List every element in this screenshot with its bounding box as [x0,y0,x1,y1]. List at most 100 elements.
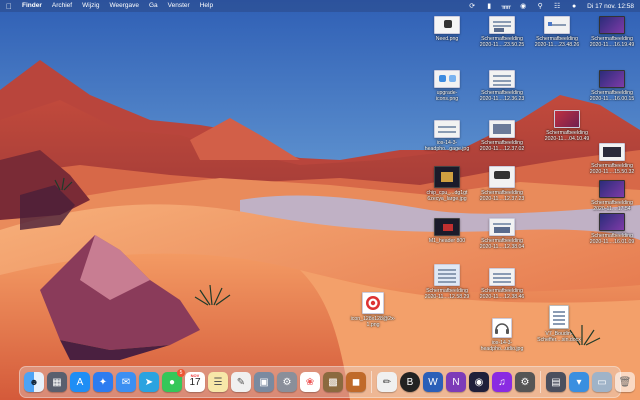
desktop-file[interactable]: Schermafbeelding 2020-11....12.38.46 [470,268,534,300]
image-thumbnail-icon [434,218,460,236]
stickies-icon[interactable]: ▩ [323,372,343,392]
desktop-file[interactable]: Schermafbeelding 2020-11....16.01.09 [580,213,640,245]
desktop-file[interactable]: Schermafbeelding 2020-11....16.19.49 [580,16,640,48]
screenshot-thumbnail-icon [489,166,515,188]
menu-finder[interactable]: Finder [18,0,48,12]
desktop-file[interactable]: Schermafbeelding 2020-11....16.00.15 [580,70,640,102]
podcasts-icon[interactable]: ◉ [469,372,489,392]
finder-icon[interactable]: ☻ [24,372,44,392]
app-store-icon[interactable]: A [70,372,90,392]
file-label: Schermafbeelding 2020-11....17.54 [591,200,633,213]
file-label: Schermafbeelding 2020-11....23.48.26 [534,36,580,49]
pixelmator-icon[interactable]: ◼ [346,372,366,392]
onenote-icon[interactable]: N [446,372,466,392]
file-label: Schermafbeelding 2020-11....12.38.46 [479,288,525,301]
menu-ga[interactable]: Ga [145,0,164,12]
mail-icon[interactable]: ✉ [116,372,136,392]
image-thumbnail-icon [492,318,512,338]
screenshot-thumbnail-icon [599,143,625,161]
desktop-file[interactable]: ios-14-3- headpho...udio.jpg [470,318,534,352]
file-label: icon_128x128@2x- 1.png [350,316,396,329]
siri-icon[interactable]: ● [570,2,578,10]
itunes-icon[interactable]: ♫ [492,372,512,392]
system-preferences-icon[interactable]: ⚙ [277,372,297,392]
desktop-file[interactable]: Schermafbeelding 2020-11....12.37.23 [470,166,534,202]
recent-document-icon[interactable]: ▤ [546,372,566,392]
desktop-file[interactable]: Schermafbeelding 2020-11....15.50.32 [580,143,640,175]
menu-venster[interactable]: Venster [164,0,196,12]
file-label: Schermafbeelding 2020-11....12.37.02 [479,140,525,153]
calendar-icon[interactable]: NOV 17 [185,372,205,392]
desktop-file[interactable]: V7_Boudin- Scheffer....sin.docx [527,305,591,343]
telegram-icon[interactable]: ➤ [139,372,159,392]
file-label: Schermafbeelding 2020-11....12.36.23 [479,90,525,103]
file-label: M1_header 800 [428,238,466,244]
file-label: Schermafbeelding 2020-11....12.58.29 [424,288,470,301]
script-editor-icon[interactable]: ✏ [377,372,397,392]
preview-icon[interactable]: ▣ [254,372,274,392]
image-thumbnail-icon [434,16,460,34]
screenshot-thumbnail-icon [544,16,570,34]
menu-archief[interactable]: Archief [48,0,78,12]
menu-help[interactable]: Help [196,0,219,12]
downloads-folder-icon[interactable]: ▾ [569,372,589,392]
apple-menu-icon[interactable]:  [0,2,18,11]
screenshot-thumbnail-icon [554,110,580,128]
screenshot-thumbnail-icon [599,180,625,198]
dock-separator [540,371,541,393]
notes-icon[interactable]: ☰ [208,372,228,392]
file-label: Schermafbeelding 2020-11....12.37.23 [479,190,525,203]
file-label: chip_cpu_...dg1gt 6zecya_large.jpg [426,190,468,203]
screenshot-thumbnail-icon [489,16,515,34]
file-label: Schermafbeelding 2020-11....04.10.49 [544,130,590,143]
screenshot-thumbnail-icon [599,16,625,34]
settings-icon[interactable]: ⚙ [515,372,535,392]
sync-icon[interactable]: ⟳ [468,2,476,10]
file-label: Schermafbeelding 2020-11....23.50.25 [479,36,525,49]
desktop-file[interactable]: Schermafbeelding 2020-11....17.54 [580,180,640,212]
spotlight-search-icon[interactable]: ⚲ [536,2,544,10]
file-label: Schermafbeelding 2020-11....12.38.04 [479,238,525,251]
screenshot-thumbnail-icon [434,264,460,286]
menu-bar-clock[interactable]: Di 17 nov. 12:58 [587,3,634,10]
image-thumbnail-icon [434,166,460,188]
screenshot-thumbnail-icon [599,213,625,231]
desktop-file[interactable]: icon_128x128@2x- 1.png [341,292,405,328]
textedit-icon[interactable]: ✎ [231,372,251,392]
screenshot-thumbnail-icon [489,218,515,236]
document-icon [549,305,569,329]
file-label: Need.png [435,36,459,42]
image-thumbnail-icon [434,70,460,88]
launchpad-icon[interactable]: ▦ [47,372,67,392]
file-label: Schermafbeelding 2020-11....16.19.49 [589,36,635,49]
image-thumbnail-icon [434,120,460,138]
battery-icon[interactable]: ▮ [485,2,493,10]
trash-icon[interactable]: 🗑 [615,372,635,392]
screenshot-thumbnail-icon [599,70,625,88]
word-icon[interactable]: W [423,372,443,392]
menu-wijzig[interactable]: Wijzig [78,0,105,12]
screenshot-thumbnail-icon [489,268,515,286]
desktop-file[interactable]: Schermafbeelding 2020-11....04.10.49 [535,110,599,142]
photos-icon[interactable]: ❀ [300,372,320,392]
dock: ☻ ▦ A ✦ ✉ ➤ ● 5 NOV 17 ☰ ✎ ▣ ⚙ ❀ ▩ ◼ ✏ B W… [19,366,635,398]
desktop-file[interactable]: Schermafbeelding 2020-11....12.38.04 [470,218,534,250]
file-label: upgrade-icons.png [435,90,459,103]
desktop-file[interactable]: Schermafbeelding 2020-11....12.36.23 [470,70,534,102]
desktop-file[interactable]: Schermafbeelding 2020-11....12.37.02 [470,120,534,152]
bbedit-icon[interactable]: B [400,372,420,392]
control-center-icon[interactable]: ☷ [553,2,561,10]
headphones-icon [495,323,509,334]
safari-icon[interactable]: ✦ [93,372,113,392]
menu-weergave[interactable]: Weergave [105,0,145,12]
file-label: ios-14-3- headpho...gage.jpg [424,140,470,153]
messages-badge: 5 [177,369,185,377]
file-label: Schermafbeelding 2020-11....16.00.15 [589,90,635,103]
image-thumbnail-icon [362,292,384,314]
file-label: V7_Boudin- Scheffer....sin.docx [537,331,581,344]
bluetooth-icon[interactable]: ᚅ [501,2,511,10]
calendar-day: 17 [189,377,201,388]
wifi-icon[interactable]: ◉ [519,2,527,10]
downloads-stack-icon[interactable]: ▭ [592,372,612,392]
messages-icon[interactable]: ● 5 [162,369,185,392]
